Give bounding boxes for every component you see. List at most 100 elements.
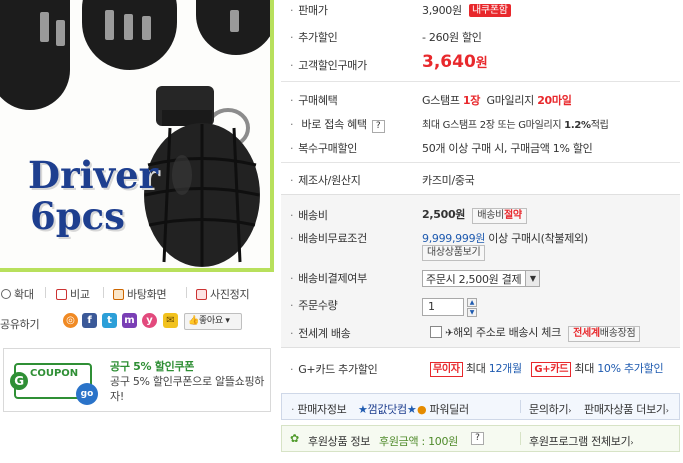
- coupon-box[interactable]: G COUPON go 공구 5% 할인쿠폰 공구 5% 할인쿠폰으로 알뜰쇼핑…: [3, 348, 271, 412]
- plane-icon: ✈: [445, 328, 454, 339]
- gcard-max-text-2: 최대: [574, 362, 598, 375]
- medal-icon: ●: [417, 403, 427, 416]
- interest-free-tag: 무이자: [430, 362, 463, 377]
- customer-price-row: 3,640원: [422, 52, 488, 72]
- quantity-label: 주문수량: [290, 297, 338, 313]
- quantity-up-icon[interactable]: ▲: [467, 298, 477, 307]
- coupon-g-icon: G: [10, 372, 28, 390]
- global-shipping-label: 전세계 배송: [290, 325, 351, 341]
- gcard-row: 무이자 최대 12개월 G+카드 최대 10% 추가할인: [430, 360, 664, 377]
- zoom-label: 확대: [14, 288, 34, 301]
- yozm-icon[interactable]: y: [142, 313, 157, 328]
- maker-label: 제조사/원산지: [290, 172, 361, 188]
- shipping-label: 배송비: [290, 207, 328, 223]
- extra-discount-label: 추가할인: [290, 29, 338, 45]
- compare-label: 비교: [70, 288, 90, 301]
- mileage-prefix: G마일리지: [486, 94, 538, 107]
- global-shipping-checkbox[interactable]: [430, 326, 442, 338]
- shipping-fee: 2,500원: [422, 208, 466, 221]
- share-circle-icon[interactable]: ◎: [63, 313, 78, 328]
- global-benefit-button[interactable]: 전세계배송장점: [568, 326, 641, 342]
- image-caption-driver: Driver: [28, 153, 159, 197]
- chevron-right-icon: ›: [568, 406, 572, 415]
- free-shipping-label: 배송비무료조건: [290, 230, 367, 246]
- thumb-icon: 👍: [188, 316, 199, 326]
- shipping-save-button[interactable]: 배송비절약: [472, 208, 527, 224]
- seller-products-link[interactable]: 판매자상품 더보기›: [584, 401, 669, 417]
- tool-case-left: [0, 0, 70, 110]
- dropdown-arrow-icon: ▼: [525, 271, 540, 286]
- benefit-value: G스탬프 1장 G마일리지 20마일: [422, 92, 572, 108]
- seller-grade: ● 파워딜러: [417, 401, 469, 417]
- sponsor-amount: 후원금액 : 100원: [379, 435, 458, 448]
- global-shipping-row: ✈해외 주소로 배송시 체크 전세계배송장점: [430, 324, 641, 342]
- ask-seller-link[interactable]: 문의하기›: [529, 401, 571, 417]
- photo-button[interactable]: 사진정지: [196, 286, 250, 302]
- twitter-icon[interactable]: t: [102, 313, 117, 328]
- coupon-logo-text: COUPON: [30, 368, 79, 379]
- bit-6: [230, 10, 239, 32]
- facebook-icon[interactable]: f: [82, 313, 97, 328]
- like-button[interactable]: 👍좋아요 ▾: [184, 313, 242, 330]
- customer-price-label: 고객할인구매가: [290, 57, 367, 73]
- zoom-button[interactable]: 확대: [1, 286, 34, 302]
- mail-icon[interactable]: ✉: [163, 313, 178, 328]
- seller-grade-text: 파워딜러: [429, 403, 470, 416]
- sale-price-row: 3,900원 내쿠폰함: [422, 2, 511, 18]
- target-products-button[interactable]: 대상상품보기: [422, 245, 486, 261]
- me2day-icon[interactable]: m: [122, 313, 137, 328]
- quantity-down-icon[interactable]: ▼: [467, 308, 477, 317]
- coupon-go-icon: go: [76, 383, 98, 405]
- gcard-tag: G+카드: [531, 362, 572, 377]
- sponsor-program-text: 후원프로그램 전체보기: [529, 435, 631, 448]
- star-icon: ★: [358, 403, 368, 416]
- magnifier-icon: [1, 289, 11, 299]
- compare-icon: [56, 288, 67, 300]
- seller-info-bar: · 판매자정보 ★껌값닷컴★ ● 파워딜러 문의하기› 판매자상품 더보기›: [281, 393, 680, 420]
- help-icon-2[interactable]: ?: [471, 432, 484, 445]
- monitor-icon: [113, 288, 124, 300]
- free-shipping-amount: 9,999,999원: [422, 232, 486, 245]
- help-icon[interactable]: ?: [371, 120, 385, 133]
- my-coupon-badge[interactable]: 내쿠폰함: [469, 4, 511, 17]
- like-label: 좋아요: [198, 316, 223, 326]
- grenade-driver-case: [144, 86, 260, 267]
- shipping-save-prefix: 배송비: [477, 210, 505, 221]
- shipping-payment-select[interactable]: 주문시 2,500원 결제 ▼: [422, 270, 541, 287]
- direct-benefit-suffix: 적립: [590, 120, 609, 131]
- shipping-payment-row: 주문시 2,500원 결제 ▼: [422, 270, 541, 287]
- extra-discount-value: - 260원 할인: [422, 31, 482, 44]
- bit-5: [142, 16, 151, 40]
- wallpaper-label: 바탕화면: [127, 288, 167, 301]
- divider: [103, 287, 104, 298]
- photo-label: 사진정지: [210, 288, 250, 301]
- product-image[interactable]: Driver 6pcs: [0, 0, 274, 272]
- sale-price-label: 판매가: [290, 2, 328, 18]
- free-shipping-row: 9,999,999원 이상 구매시(착불제외): [422, 230, 588, 246]
- seller-name-link[interactable]: ★껌값닷컴★: [358, 401, 417, 417]
- shipping-row: 2,500원 배송비절약: [422, 206, 527, 224]
- divider: [520, 400, 521, 413]
- global-benefit-label: 배송장점: [599, 328, 636, 339]
- quantity-input[interactable]: 1: [422, 298, 464, 316]
- divider: [281, 162, 680, 163]
- coupon-description: 공구 5% 할인쿠폰으로 알뜰쇼핑하자!: [110, 375, 265, 403]
- sponsor-program-link[interactable]: 후원프로그램 전체보기›: [529, 433, 634, 449]
- gcard-label: G+카드 추가할인: [290, 361, 378, 377]
- share-label: 공유하기: [0, 318, 40, 331]
- customer-price-number: 3,640: [422, 52, 476, 72]
- gcard-max-text: 최대: [465, 362, 489, 375]
- wallpaper-button[interactable]: 바탕화면: [113, 286, 167, 302]
- compare-button[interactable]: 비교: [56, 286, 90, 302]
- direct-benefit-text: 바로 접속 혜택: [301, 118, 367, 131]
- bit-4: [124, 14, 133, 40]
- ask-seller-text: 문의하기: [529, 403, 569, 416]
- chevron-right-icon-2: ›: [665, 406, 669, 415]
- seller-products-text: 판매자상품 더보기: [584, 403, 666, 416]
- seller-info-text: 판매자정보: [297, 403, 347, 416]
- shipping-payment-label: 배송비결제여부: [290, 270, 367, 286]
- star-icon-2: ★: [406, 403, 417, 416]
- sponsor-info-bar: ✿ 후원상품 정보 후원금액 : 100원 ? 후원프로그램 전체보기›: [281, 425, 680, 452]
- divider: [520, 432, 521, 445]
- shipping-payment-selected: 주문시 2,500원 결제: [426, 272, 522, 286]
